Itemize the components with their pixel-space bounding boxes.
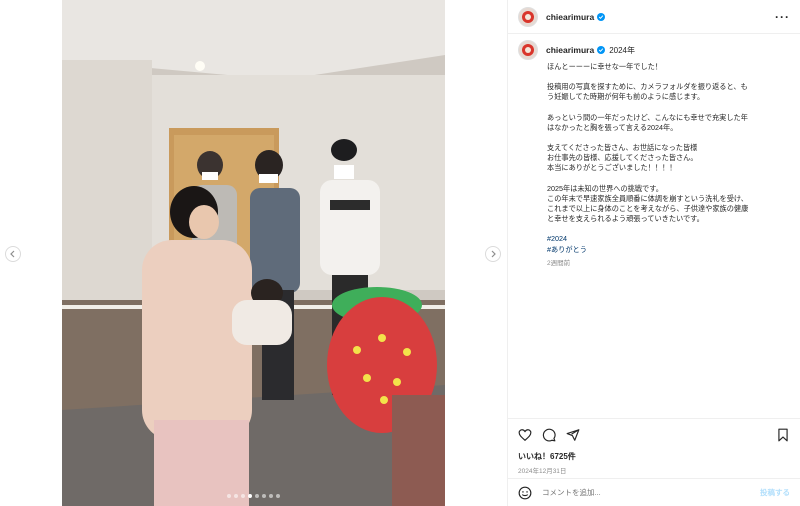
carousel-dot[interactable] [248,494,252,498]
comment-icon[interactable] [542,428,556,442]
carousel-dots [62,494,445,498]
chevron-left-icon [10,250,15,258]
chevron-right-icon [491,250,496,258]
verified-badge-icon [597,46,606,54]
caption-line: 2025年は未知の世界への挑戦です。 この年末で早速家族全員順番に体調を崩すとい… [547,183,749,224]
avatar[interactable] [518,6,538,27]
caption-line: あっという間の一年だったけど、こんなにも幸せで充実した年 はなかったと胸を張って… [547,112,748,132]
post-details-panel: chiearimura ··· chiearimura 2024年 ほんとーーー… [507,0,800,506]
carousel-dot[interactable] [262,494,266,498]
carousel-dot[interactable] [227,494,231,498]
next-arrow-button[interactable] [485,246,501,262]
more-icon[interactable]: ··· [775,11,790,23]
comment-input[interactable] [542,488,760,497]
prev-arrow-button[interactable] [5,246,21,262]
hashtag-link[interactable]: #ありがとう [547,245,790,255]
likes-count[interactable]: いいね！6725件 [518,451,790,462]
time-ago: 2週間前 [547,259,571,267]
instagram-post-view: chiearimura ··· chiearimura 2024年 ほんとーーー… [0,0,800,506]
comment-bar: 投稿する [508,478,800,506]
carousel-dot[interactable] [255,494,259,498]
emoji-icon[interactable] [518,486,532,500]
heart-icon[interactable] [518,428,532,442]
username[interactable]: chiearimura [546,12,594,22]
post-date: 2024年12月31日 [518,468,567,475]
verified-badge-icon [597,12,606,21]
post-comment-button[interactable]: 投稿する [760,487,790,498]
share-icon[interactable] [566,428,580,442]
caption-block: chiearimura 2024年 ほんとーーーに幸せな一年でした！ 投稿用の写… [518,40,790,269]
action-bar: いいね！6725件 2024年12月31日 [508,418,800,475]
caption-line: ほんとーーーに幸せな一年でした！ [547,62,663,71]
avatar[interactable] [518,40,538,60]
caption-year: 2024年 [609,45,635,55]
caption-username[interactable]: chiearimura [546,45,594,55]
bookmark-icon[interactable] [776,428,790,442]
carousel-dot[interactable] [241,494,245,498]
caption-text: ほんとーーーに幸せな一年でした！ 投稿用の写真を探すために、カメラフォルダを振り… [547,62,790,269]
hashtag-link[interactable]: #2024 [547,234,790,244]
carousel-dot[interactable] [269,494,273,498]
caption-line: 支えてくださった皆さん、お世話になった皆様 お仕事先の皆様、応援してくださった皆… [547,143,698,173]
post-photo[interactable] [62,0,445,506]
carousel-dot[interactable] [234,494,238,498]
post-header: chiearimura ··· [508,0,800,34]
photo-illustration [62,0,445,506]
caption-line: 投稿用の写真を探すために、カメラフォルダを振り返ると、も う妊娠してた時期が何年… [547,82,748,102]
carousel-dot[interactable] [276,494,280,498]
